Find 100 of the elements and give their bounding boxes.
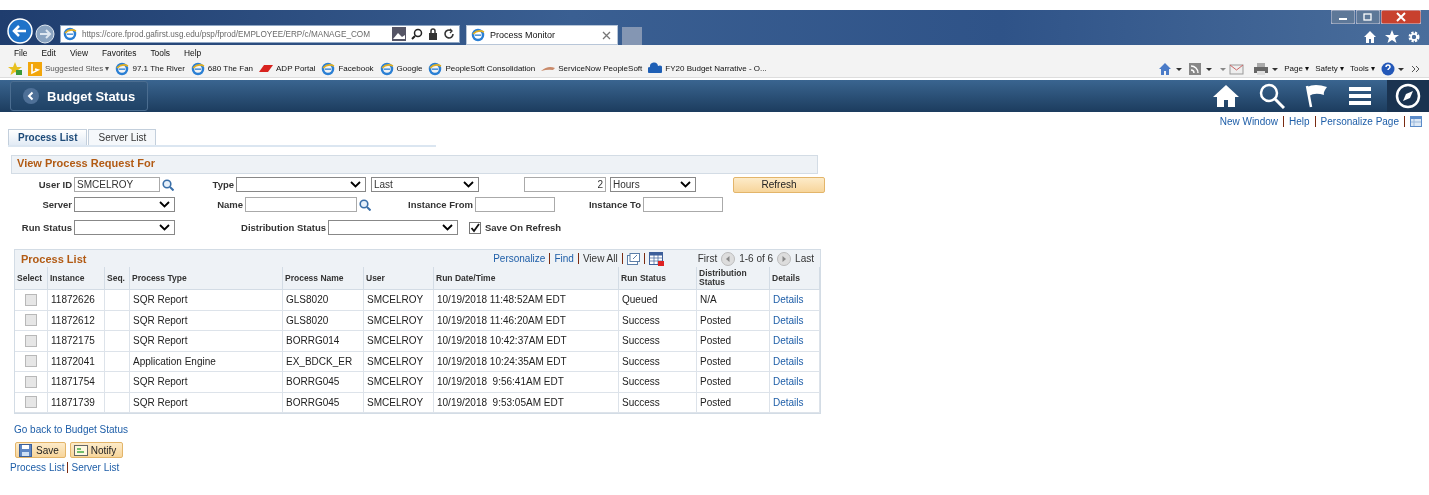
details-link[interactable]: Details [770,310,820,331]
compass-icon[interactable] [1395,83,1421,109]
command-menu[interactable]: Safety ▾ [1315,64,1345,73]
details-link[interactable]: Details [770,290,820,311]
save-button[interactable]: Save [15,442,66,458]
dropdown[interactable]: Last [371,177,479,192]
settings-icon[interactable] [1407,30,1421,44]
last-label: Last [795,253,814,264]
checkbox[interactable] [25,396,37,409]
page-link[interactable]: New Window [1219,116,1279,127]
address-bar[interactable]: https://core.fprod.gafirst.usg.edu/psp/fprod/EMPLOYEE/ERP/c/MANAGE_COM [60,25,460,43]
help-icon[interactable] [1381,61,1405,76]
details-link[interactable]: Details [770,372,820,393]
browser-icon [115,61,130,76]
menu-item[interactable]: Tools [150,47,170,58]
details-link[interactable]: Details [770,392,820,413]
search-icon[interactable] [411,28,423,40]
restore-icon[interactable] [1356,10,1380,24]
page-link[interactable]: Help [1289,116,1310,127]
table-cell: SMCELROY [364,290,434,311]
dropdown[interactable] [236,177,366,192]
chevron-icon[interactable] [1411,64,1421,73]
input-field[interactable]: 2 [524,177,606,192]
menu-item[interactable]: Help [183,47,202,58]
favorite-link[interactable]: Facebook [321,61,374,76]
table-cell: Posted [697,392,770,413]
table-cell: 10/19/2018 11:46:20AM EDT [434,310,619,331]
details-link[interactable]: Details [770,331,820,352]
favorite-link[interactable]: 97.1 The River [115,61,185,76]
menu-item[interactable]: Favorites [101,47,137,58]
table-cell: SMCELROY [364,310,434,331]
input-field[interactable] [643,197,723,212]
home-icon[interactable] [1363,30,1377,43]
print-icon[interactable] [1252,61,1279,76]
checkbox[interactable] [25,375,37,388]
star-icon[interactable] [1385,30,1399,43]
page-link[interactable]: Process List [10,462,65,473]
table-cell [105,310,130,331]
checkbox[interactable] [25,334,37,347]
table-cell: Success [619,392,697,413]
page-link[interactable]: Personalize Page [1320,116,1399,127]
favorite-link[interactable]: 680 The Fan [190,61,254,76]
previous-icon[interactable] [721,251,736,266]
favorite-link[interactable]: Suggested Sites ▾ [28,61,110,76]
home-icon[interactable] [1213,84,1239,108]
favorite-link[interactable]: FY20 Budget Narrative - O... [648,61,767,76]
back-icon[interactable] [7,18,33,44]
menu-item[interactable]: File [14,47,28,58]
zoom-grid-icon[interactable] [626,252,640,265]
forward-icon[interactable] [35,24,55,44]
table-cell: SQR Report [130,331,283,352]
menu-icon[interactable] [1349,87,1371,105]
next-icon[interactable] [777,251,792,266]
details-link[interactable]: Details [770,351,820,372]
close-icon[interactable] [602,30,611,40]
dropdown[interactable]: Hours [610,177,696,192]
section-header: View Process Request For [11,155,818,174]
tab[interactable]: Process List [8,129,88,145]
tab[interactable]: Server List [88,129,157,145]
input-field[interactable] [245,197,357,212]
favorite-link[interactable]: ServiceNow PeopleSoft [541,61,643,76]
command-menu[interactable]: Tools ▾ [1350,64,1375,73]
favorite-link[interactable]: ADP Portal [259,61,316,76]
checkbox[interactable] [25,293,37,306]
input-field[interactable]: SMCELROY [74,177,160,192]
download-icon[interactable] [648,251,664,266]
input-field[interactable] [475,197,555,212]
minimize-icon[interactable] [1331,10,1355,24]
dropdown[interactable] [74,197,175,212]
grid-link[interactable]: Personalize [493,253,546,264]
table-icon[interactable] [1410,116,1422,127]
field-label: User ID [37,179,73,190]
checkbox[interactable] [25,355,37,368]
mail-icon[interactable] [1220,61,1247,76]
menu-item[interactable]: Edit [41,47,56,58]
page-link[interactable]: Server List [71,462,120,473]
back-link[interactable]: Go back to Budget Status [14,424,128,435]
checkbox[interactable] [25,314,37,327]
checkbox[interactable] [469,221,481,234]
flag-icon[interactable] [1305,84,1329,108]
grid-link[interactable]: Find [554,253,574,264]
table-cell [105,351,130,372]
feed-icon[interactable] [1188,61,1215,76]
refresh-icon[interactable] [443,28,455,40]
field-label: Distribution Status [240,222,327,233]
dropdown[interactable] [74,220,175,235]
favorite-link[interactable]: Google [379,61,423,76]
command-menu[interactable]: Page ▾ [1284,64,1310,73]
dropdown[interactable] [328,220,458,235]
refresh-button[interactable]: Refresh [733,176,825,193]
field-label: Run Status [20,222,73,233]
menu-item[interactable]: View [69,47,88,58]
search-icon[interactable] [1259,83,1285,109]
favorite-link[interactable]: PeopleSoft Consolidation [428,61,536,76]
favorites-star-icon[interactable] [8,62,22,75]
notify-button[interactable]: Notify [69,442,124,458]
table-cell: Posted [697,310,770,331]
back-button[interactable]: Budget Status [10,81,149,111]
browser-tab[interactable]: Process Monitor [466,25,618,45]
column-header: Distribution Status [697,267,770,290]
